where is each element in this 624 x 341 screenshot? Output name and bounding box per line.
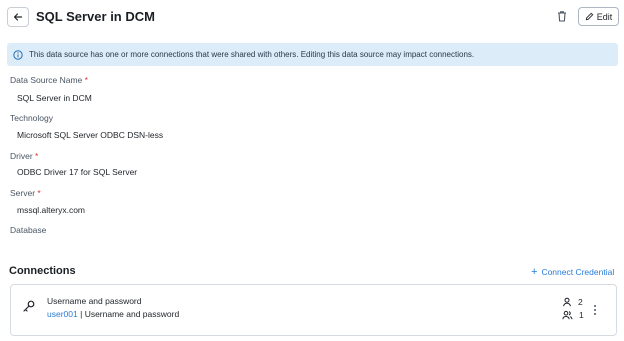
kebab-menu-icon (594, 305, 596, 315)
user-count-value: 2 (578, 297, 583, 307)
connection-name: Username and password (47, 296, 142, 306)
user-count: 2 (562, 297, 583, 307)
page-title: SQL Server in DCM (36, 9, 155, 24)
database-label: Database (10, 225, 47, 235)
connect-credential-label: Connect Credential (541, 267, 615, 277)
user-icon (563, 297, 571, 307)
trash-icon (558, 11, 566, 22)
edit-label: Edit (596, 11, 613, 22)
connect-credential-button[interactable]: + Connect Credential (531, 266, 614, 278)
server-value: mssql.alteryx.com (17, 205, 86, 215)
data-source-name-label: Data Source Name * (10, 75, 88, 85)
data-source-name-value: SQL Server in DCM (17, 93, 92, 103)
plus-icon: + (531, 266, 538, 278)
info-banner-text: This data source has one or more connect… (29, 50, 475, 59)
info-banner: This data source has one or more connect… (7, 43, 618, 66)
connection-details: user001 | Username and password (47, 309, 179, 319)
connection-auth: Username and password (84, 309, 180, 319)
group-count-value: 1 (579, 310, 584, 320)
technology-label: Technology (10, 113, 54, 123)
arrow-left-icon (13, 13, 23, 21)
key-icon (22, 299, 36, 313)
driver-label: Driver * (10, 151, 39, 161)
technology-value: Microsoft SQL Server ODBC DSN-less (17, 130, 164, 140)
driver-value: ODBC Driver 17 for SQL Server (17, 167, 138, 177)
edit-button[interactable]: Edit (578, 7, 619, 26)
separator: | (80, 309, 83, 319)
users-icon (562, 310, 573, 320)
group-count: 1 (562, 310, 584, 320)
connection-user-link[interactable]: user001 (47, 309, 78, 319)
info-icon (13, 49, 23, 60)
delete-button[interactable] (555, 9, 569, 23)
server-label: Server * (10, 188, 41, 198)
connections-heading: Connections (9, 265, 76, 277)
pencil-icon (585, 12, 594, 21)
more-options-button[interactable] (592, 303, 598, 315)
back-button[interactable] (7, 7, 29, 27)
